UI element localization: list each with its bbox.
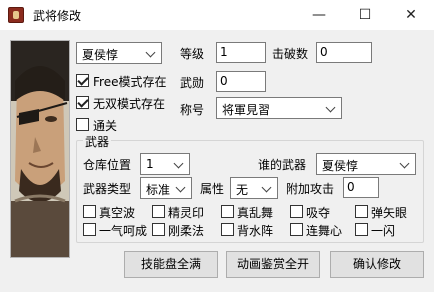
app-icon bbox=[8, 7, 24, 23]
weapon-type-label: 武器类型 bbox=[83, 182, 132, 196]
maximize-button[interactable]: ☐ bbox=[342, 0, 388, 30]
cleared-label: 通关 bbox=[93, 119, 118, 133]
free-mode-label: Free模式存在 bbox=[93, 75, 167, 89]
minimize-button[interactable]: — bbox=[296, 0, 342, 30]
skill-checkbox[interactable] bbox=[83, 223, 96, 236]
chevron-down-icon bbox=[260, 180, 274, 196]
skill-checkbox[interactable] bbox=[290, 223, 303, 236]
skill-checkbox[interactable] bbox=[83, 205, 96, 218]
skill-label: 弹矢眼 bbox=[371, 206, 408, 220]
kills-input[interactable]: 0 bbox=[316, 42, 372, 63]
weapon-slot-value: 1 bbox=[146, 157, 154, 171]
weapon-type-select[interactable]: 标准 bbox=[140, 177, 192, 199]
close-button[interactable]: ✕ bbox=[388, 0, 434, 30]
confirm-button[interactable]: 确认修改 bbox=[330, 251, 424, 278]
weapon-group-title: 武器 bbox=[83, 133, 112, 150]
cleared-checkbox[interactable] bbox=[76, 118, 89, 131]
musou-mode-label: 无双模式存在 bbox=[93, 97, 166, 111]
general-select[interactable]: 夏侯惇 bbox=[76, 42, 162, 64]
skill-label: 精灵印 bbox=[168, 206, 205, 220]
weapon-atk-input[interactable]: 0 bbox=[343, 177, 379, 198]
title-label: 称号 bbox=[180, 103, 205, 117]
skill-checkbox[interactable] bbox=[152, 205, 165, 218]
level-input[interactable]: 1 bbox=[216, 42, 266, 63]
skill-label: 一气呵成 bbox=[99, 224, 148, 238]
portrait-image bbox=[11, 41, 69, 257]
weapon-attr-label: 属性 bbox=[200, 182, 225, 196]
weapon-type-value: 标准 bbox=[146, 183, 171, 197]
weapon-owner-value: 夏侯惇 bbox=[322, 159, 359, 173]
title-select[interactable]: 将軍見習 bbox=[216, 97, 342, 119]
skill-label: 刚柔法 bbox=[168, 224, 205, 238]
window-title: 武将修改 bbox=[33, 9, 82, 23]
skill-checkbox[interactable] bbox=[290, 205, 303, 218]
weapon-attr-value: 无 bbox=[236, 183, 249, 197]
skill-checkbox[interactable] bbox=[355, 205, 368, 218]
weapon-owner-label: 谁的武器 bbox=[258, 158, 307, 172]
general-select-value: 夏侯惇 bbox=[82, 48, 119, 62]
merit-input[interactable]: 0 bbox=[216, 71, 266, 92]
title-select-value: 将軍見習 bbox=[222, 103, 271, 117]
title-bar: 武将修改 — ☐ ✕ bbox=[0, 0, 434, 30]
free-mode-checkbox[interactable] bbox=[76, 74, 89, 87]
skill-label: 真空波 bbox=[99, 206, 136, 220]
skill-label: 一闪 bbox=[371, 224, 396, 238]
skill-checkbox[interactable] bbox=[152, 223, 165, 236]
weapon-owner-select[interactable]: 夏侯惇 bbox=[316, 153, 416, 175]
skill-checkbox[interactable] bbox=[355, 223, 368, 236]
chevron-down-icon bbox=[398, 156, 412, 172]
weapon-slot-label: 仓库位置 bbox=[83, 158, 132, 172]
skill-label: 吸夺 bbox=[306, 206, 331, 220]
level-label: 等级 bbox=[180, 47, 205, 61]
skill-label: 真乱舞 bbox=[237, 206, 274, 220]
weapon-slot-select[interactable]: 1 bbox=[140, 153, 190, 175]
animation-full-button[interactable]: 动画鉴赏全开 bbox=[226, 251, 320, 278]
skills-full-button[interactable]: 技能盘全满 bbox=[124, 251, 218, 278]
skill-label: 连舞心 bbox=[306, 224, 343, 238]
weapon-atk-label: 附加攻击 bbox=[286, 182, 335, 196]
chevron-down-icon bbox=[144, 45, 158, 61]
merit-label: 武勋 bbox=[180, 76, 205, 90]
skill-label: 背水阵 bbox=[237, 224, 274, 238]
weapon-attr-select[interactable]: 无 bbox=[230, 177, 278, 199]
skill-checkbox[interactable] bbox=[221, 223, 234, 236]
kills-label: 击破数 bbox=[272, 47, 309, 61]
chevron-down-icon bbox=[174, 180, 188, 196]
general-portrait bbox=[10, 40, 70, 258]
chevron-down-icon bbox=[324, 100, 338, 116]
chevron-down-icon bbox=[172, 156, 186, 172]
musou-mode-checkbox[interactable] bbox=[76, 96, 89, 109]
skill-checkbox[interactable] bbox=[221, 205, 234, 218]
